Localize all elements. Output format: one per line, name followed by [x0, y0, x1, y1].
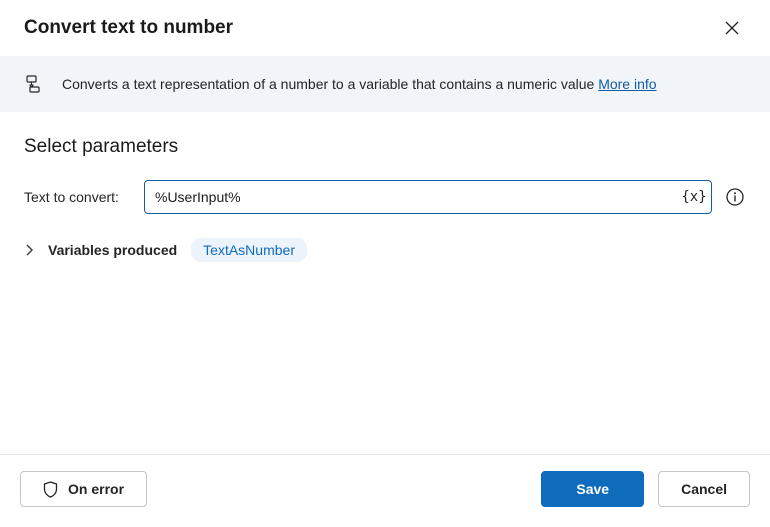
- dialog-titlebar: Convert text to number: [0, 0, 770, 56]
- on-error-label: On error: [68, 481, 124, 497]
- info-icon: [726, 188, 744, 206]
- info-button[interactable]: [724, 186, 746, 208]
- close-icon: [725, 21, 739, 35]
- save-label: Save: [576, 481, 609, 497]
- info-banner: Converts a text representation of a numb…: [0, 56, 770, 112]
- input-wrap-text-to-convert: {x}: [144, 180, 712, 214]
- expand-variables-button[interactable]: [24, 244, 34, 256]
- variable-chip-textasnumber[interactable]: TextAsNumber: [191, 238, 307, 262]
- chevron-right-icon: [24, 244, 34, 256]
- text-to-convert-input[interactable]: [144, 180, 712, 214]
- save-button[interactable]: Save: [541, 471, 644, 507]
- action-icon: [24, 74, 44, 94]
- dialog-footer: On error Save Cancel: [0, 454, 770, 527]
- dialog-title: Convert text to number: [24, 17, 233, 39]
- variables-produced-label: Variables produced: [48, 242, 177, 258]
- cancel-button[interactable]: Cancel: [658, 471, 750, 507]
- banner-text: Converts a text representation of a numb…: [62, 76, 657, 92]
- footer-right: Save Cancel: [541, 471, 750, 507]
- variables-produced-row: Variables produced TextAsNumber: [24, 238, 746, 262]
- more-info-link[interactable]: More info: [598, 76, 656, 92]
- close-button[interactable]: [718, 14, 746, 42]
- param-text-to-convert: Text to convert: {x}: [24, 180, 746, 214]
- cancel-label: Cancel: [681, 481, 727, 497]
- banner-description: Converts a text representation of a numb…: [62, 76, 598, 92]
- dialog-content: Select parameters Text to convert: {x} V…: [0, 112, 770, 454]
- insert-variable-button[interactable]: {x}: [682, 185, 706, 209]
- param-label-text-to-convert: Text to convert:: [24, 189, 132, 205]
- on-error-button[interactable]: On error: [20, 471, 147, 507]
- shield-icon: [43, 481, 58, 498]
- section-heading: Select parameters: [24, 136, 746, 158]
